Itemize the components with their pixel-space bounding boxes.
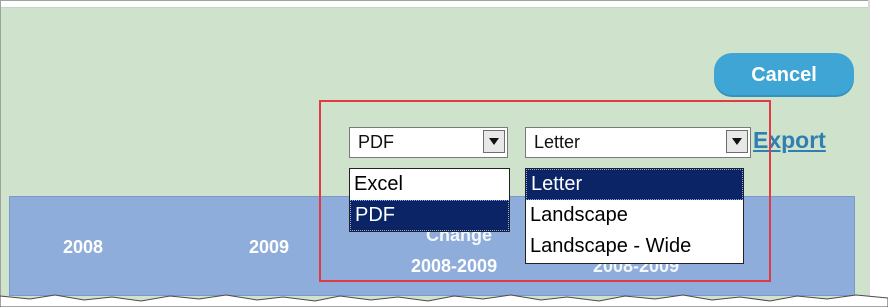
- page-size-select[interactable]: Letter: [525, 127, 751, 158]
- format-selected-value: PDF: [358, 132, 394, 152]
- page-size-option-landscape[interactable]: Landscape: [526, 200, 743, 231]
- page-size-dropdown-button[interactable]: [726, 130, 748, 153]
- format-select[interactable]: PDF: [349, 127, 508, 158]
- page-size-selected-value: Letter: [534, 132, 581, 152]
- format-dropdown-button[interactable]: [483, 130, 505, 153]
- right-edge: [870, 0, 888, 307]
- page-size-dropdown-list: Letter Landscape Landscape - Wide: [525, 168, 744, 264]
- page-size-option-letter[interactable]: Letter: [526, 169, 743, 200]
- format-option-excel[interactable]: Excel: [350, 169, 509, 200]
- torn-bottom-edge: [0, 294, 888, 307]
- format-dropdown-list: Excel PDF: [349, 168, 510, 232]
- top-strip: [1, 1, 885, 8]
- year-2008-header: 2008: [63, 237, 104, 257]
- cancel-button[interactable]: Cancel: [714, 53, 854, 97]
- format-option-pdf[interactable]: PDF: [350, 200, 509, 231]
- chevron-down-icon: [489, 138, 499, 145]
- app-window: Cancel Export 2008 2009 Change 2008-2009…: [0, 0, 885, 307]
- page-size-option-landscape-wide[interactable]: Landscape - Wide: [526, 231, 743, 262]
- chevron-down-icon: [732, 138, 742, 145]
- year-2009-header: 2009: [249, 237, 290, 257]
